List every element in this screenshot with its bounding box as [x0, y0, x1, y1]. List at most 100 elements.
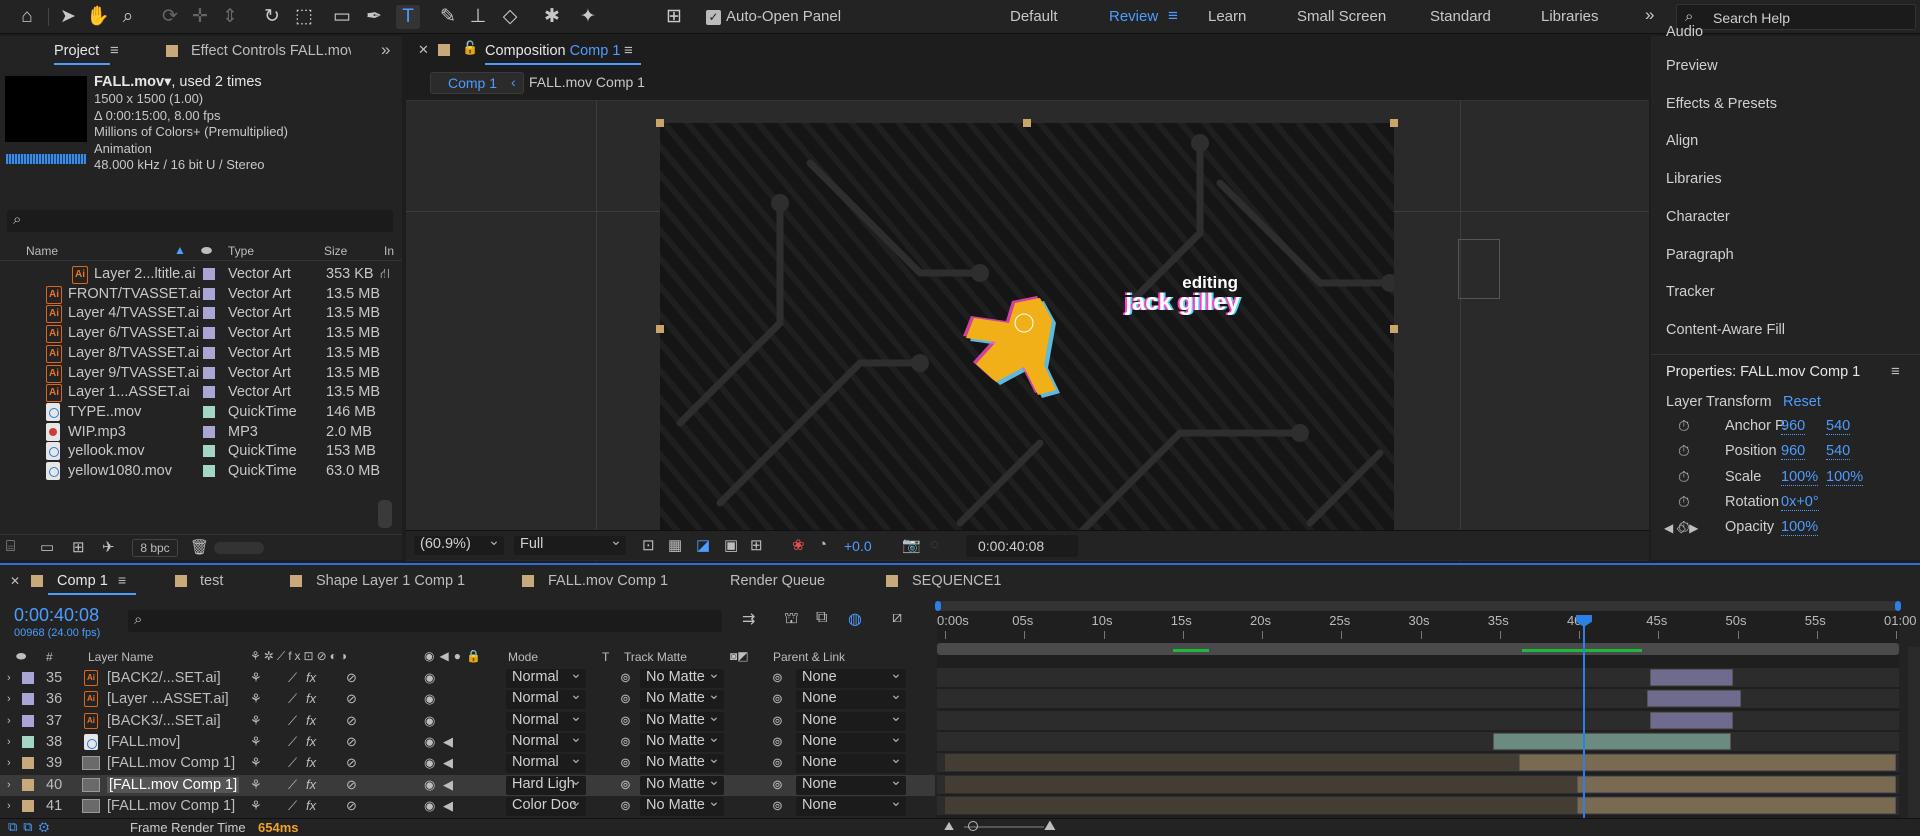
- quality-switch-icon[interactable]: ⟋: [288, 798, 297, 814]
- expand-arrow-icon[interactable]: ›: [7, 736, 11, 748]
- tab-test[interactable]: test: [200, 573, 223, 589]
- timeline-scrollbar[interactable]: [1908, 647, 1920, 836]
- label-swatch[interactable]: [203, 465, 215, 477]
- matte-pickwhip-icon[interactable]: ⊚: [620, 777, 631, 793]
- magnification-dropdown[interactable]: (60.9%): [414, 533, 504, 555]
- quality-switch-icon[interactable]: ⟋: [288, 691, 297, 707]
- parent-pickwhip-icon[interactable]: ⊚: [772, 777, 783, 793]
- audio-speaker-icon[interactable]: ◀: [443, 755, 453, 771]
- trash-icon[interactable]: 🗑: [190, 538, 209, 556]
- home-icon[interactable]: ⌂: [15, 5, 39, 29]
- blend-mode-dropdown[interactable]: Normal: [506, 730, 586, 752]
- track-matte-dropdown[interactable]: No Matte: [640, 773, 724, 795]
- selection-tool-icon[interactable]: ➤: [56, 5, 80, 29]
- stopwatch-icon[interactable]: ⏱: [1678, 494, 1690, 511]
- quality-switch-icon[interactable]: ⟋: [288, 713, 297, 729]
- close-icon[interactable]: ✕: [10, 574, 20, 588]
- more-workspaces-icon[interactable]: »: [1645, 5, 1654, 25]
- track-matte-dropdown[interactable]: No Matte: [640, 687, 724, 710]
- quality-switch-icon[interactable]: ⟋: [288, 755, 297, 771]
- expand-panels-icon[interactable]: »: [381, 40, 390, 60]
- zoom-tool-icon[interactable]: ⌕: [116, 5, 140, 29]
- matte-pickwhip-icon[interactable]: ⊚: [620, 691, 631, 707]
- fast-previews-icon[interactable]: ⊡: [642, 536, 655, 554]
- close-icon[interactable]: ✕: [418, 42, 429, 58]
- clone-stamp-icon[interactable]: ⊥: [466, 5, 490, 29]
- layer-label-swatch[interactable]: [22, 672, 34, 684]
- auto-open-checkbox[interactable]: ✓: [706, 10, 721, 25]
- parent-dropdown[interactable]: None: [796, 709, 906, 731]
- blend-mode-dropdown[interactable]: Normal: [506, 687, 586, 710]
- workspace-default[interactable]: Default: [1010, 8, 1058, 25]
- tab-shape-layer-1-comp-1[interactable]: Shape Layer 1 Comp 1: [316, 573, 465, 589]
- list-item[interactable]: yellow1080.mov QuickTime 63.0 MB: [0, 459, 400, 483]
- prop-value-2[interactable]: 540: [1826, 418, 1851, 435]
- track-matte-dropdown[interactable]: No Matte: [640, 730, 724, 752]
- snapping-icon[interactable]: ⊞: [662, 5, 686, 29]
- panel-menu-icon[interactable]: ≡: [118, 572, 126, 588]
- breadcrumb-comp1[interactable]: Comp 1 ‹: [430, 72, 524, 94]
- fx-switch-icon[interactable]: fx: [306, 670, 316, 685]
- label-swatch[interactable]: [203, 366, 215, 379]
- shy-switch-icon[interactable]: ⚘: [250, 713, 262, 729]
- panel-libraries[interactable]: Libraries: [1666, 171, 1722, 187]
- layer-duration-bar[interactable]: [1577, 775, 1896, 793]
- work-area-bar[interactable]: [937, 643, 1899, 655]
- adjustment-switch-icon[interactable]: ⊘: [346, 734, 357, 750]
- layer-duration-bar[interactable]: [1493, 732, 1732, 750]
- zoom-in-icon[interactable]: ⛰: [1044, 817, 1056, 834]
- track-matte-dropdown[interactable]: No Matte: [640, 751, 724, 774]
- tab-effect-controls[interactable]: Effect Controls FALL.mov: [191, 43, 351, 59]
- adjustment-switch-icon[interactable]: ⊘: [346, 755, 357, 771]
- layer-duration-bar[interactable]: [1650, 711, 1733, 729]
- label-swatch[interactable]: [203, 425, 215, 438]
- label-tag-icon[interactable]: ⬬: [201, 243, 212, 259]
- layer-row[interactable]: › 39 [FALL.mov Comp 1] ⚘ ⟋ fx ⊘ ◉ ◀ Normal ⊚ No Mat…: [0, 751, 935, 774]
- show-snapshot-icon[interactable]: ◌: [930, 536, 939, 553]
- resolution-dropdown[interactable]: Full: [514, 533, 626, 555]
- color-channels-icon[interactable]: ❀: [792, 536, 805, 554]
- expand-arrow-icon[interactable]: ›: [7, 757, 11, 769]
- shy-switch-icon[interactable]: ⚘: [250, 670, 262, 686]
- shy-switch-icon[interactable]: ⚘: [250, 777, 262, 793]
- search-help-box[interactable]: ⌕ Search Help: [1676, 4, 1916, 30]
- audio-speaker-icon[interactable]: ◀: [443, 734, 453, 750]
- panel-tracker[interactable]: Tracker: [1666, 284, 1715, 300]
- exposure-value[interactable]: +0.0: [844, 538, 872, 554]
- layer-row[interactable]: › 36 Ai [Layer ...ASSET.ai] ⚘ ⟋ fx ⊘ ◉ Normal ⊚ No …: [0, 687, 935, 710]
- layer-name[interactable]: [FALL.mov]: [107, 734, 180, 750]
- panel-preview[interactable]: Preview: [1666, 58, 1718, 74]
- timeline-search-input[interactable]: ⌕: [128, 610, 722, 632]
- prop-value-2[interactable]: 540: [1826, 443, 1851, 461]
- layer-label-swatch[interactable]: [22, 735, 34, 748]
- layer-label-swatch[interactable]: [22, 778, 34, 791]
- pan-camera-icon[interactable]: ✛: [188, 5, 212, 29]
- grid-guides-icon[interactable]: ⊞: [750, 536, 763, 554]
- quality-switch-icon[interactable]: ⟋: [288, 734, 297, 750]
- blend-mode-dropdown[interactable]: Normal: [506, 751, 586, 774]
- tab-comp-1[interactable]: Comp 1: [57, 573, 108, 589]
- col-size[interactable]: Size: [324, 244, 347, 258]
- label-swatch[interactable]: [203, 268, 215, 280]
- breadcrumb-fall-comp[interactable]: FALL.mov Comp 1: [529, 74, 645, 90]
- label-swatch[interactable]: [203, 346, 215, 359]
- flowchart-icon[interactable]: ⛙: [380, 265, 390, 284]
- matte-pickwhip-icon[interactable]: ⊚: [620, 755, 631, 771]
- blend-mode-dropdown[interactable]: Normal: [506, 666, 586, 688]
- label-swatch[interactable]: [203, 405, 215, 418]
- matte-pickwhip-icon[interactable]: ⊚: [620, 670, 631, 686]
- rectangle-tool-icon[interactable]: ▭: [330, 5, 354, 29]
- layer-name[interactable]: [BACK2/...SET.ai]: [107, 670, 221, 686]
- visibility-eye-icon[interactable]: ◉: [424, 734, 435, 750]
- pan-behind-icon[interactable]: ⬚: [292, 5, 316, 29]
- transform-handle[interactable]: [1390, 119, 1398, 127]
- parent-dropdown[interactable]: None: [796, 730, 906, 752]
- adjustment-switch-icon[interactable]: ⊘: [346, 670, 357, 686]
- layer-name[interactable]: [FALL.mov Comp 1]: [107, 755, 235, 771]
- lock-icon[interactable]: 🔓: [462, 40, 478, 56]
- blend-mode-dropdown[interactable]: Normal: [506, 709, 586, 731]
- layer-label-swatch[interactable]: [22, 714, 34, 727]
- composition-viewer[interactable]: editing jack gilley: [406, 101, 1649, 561]
- layer-duration-bar[interactable]: [1650, 669, 1733, 686]
- layer-row[interactable]: › 37 Ai [BACK3/...SET.ai] ⚘ ⟋ fx ⊘ ◉ Normal ⊚ No Ma…: [0, 709, 935, 732]
